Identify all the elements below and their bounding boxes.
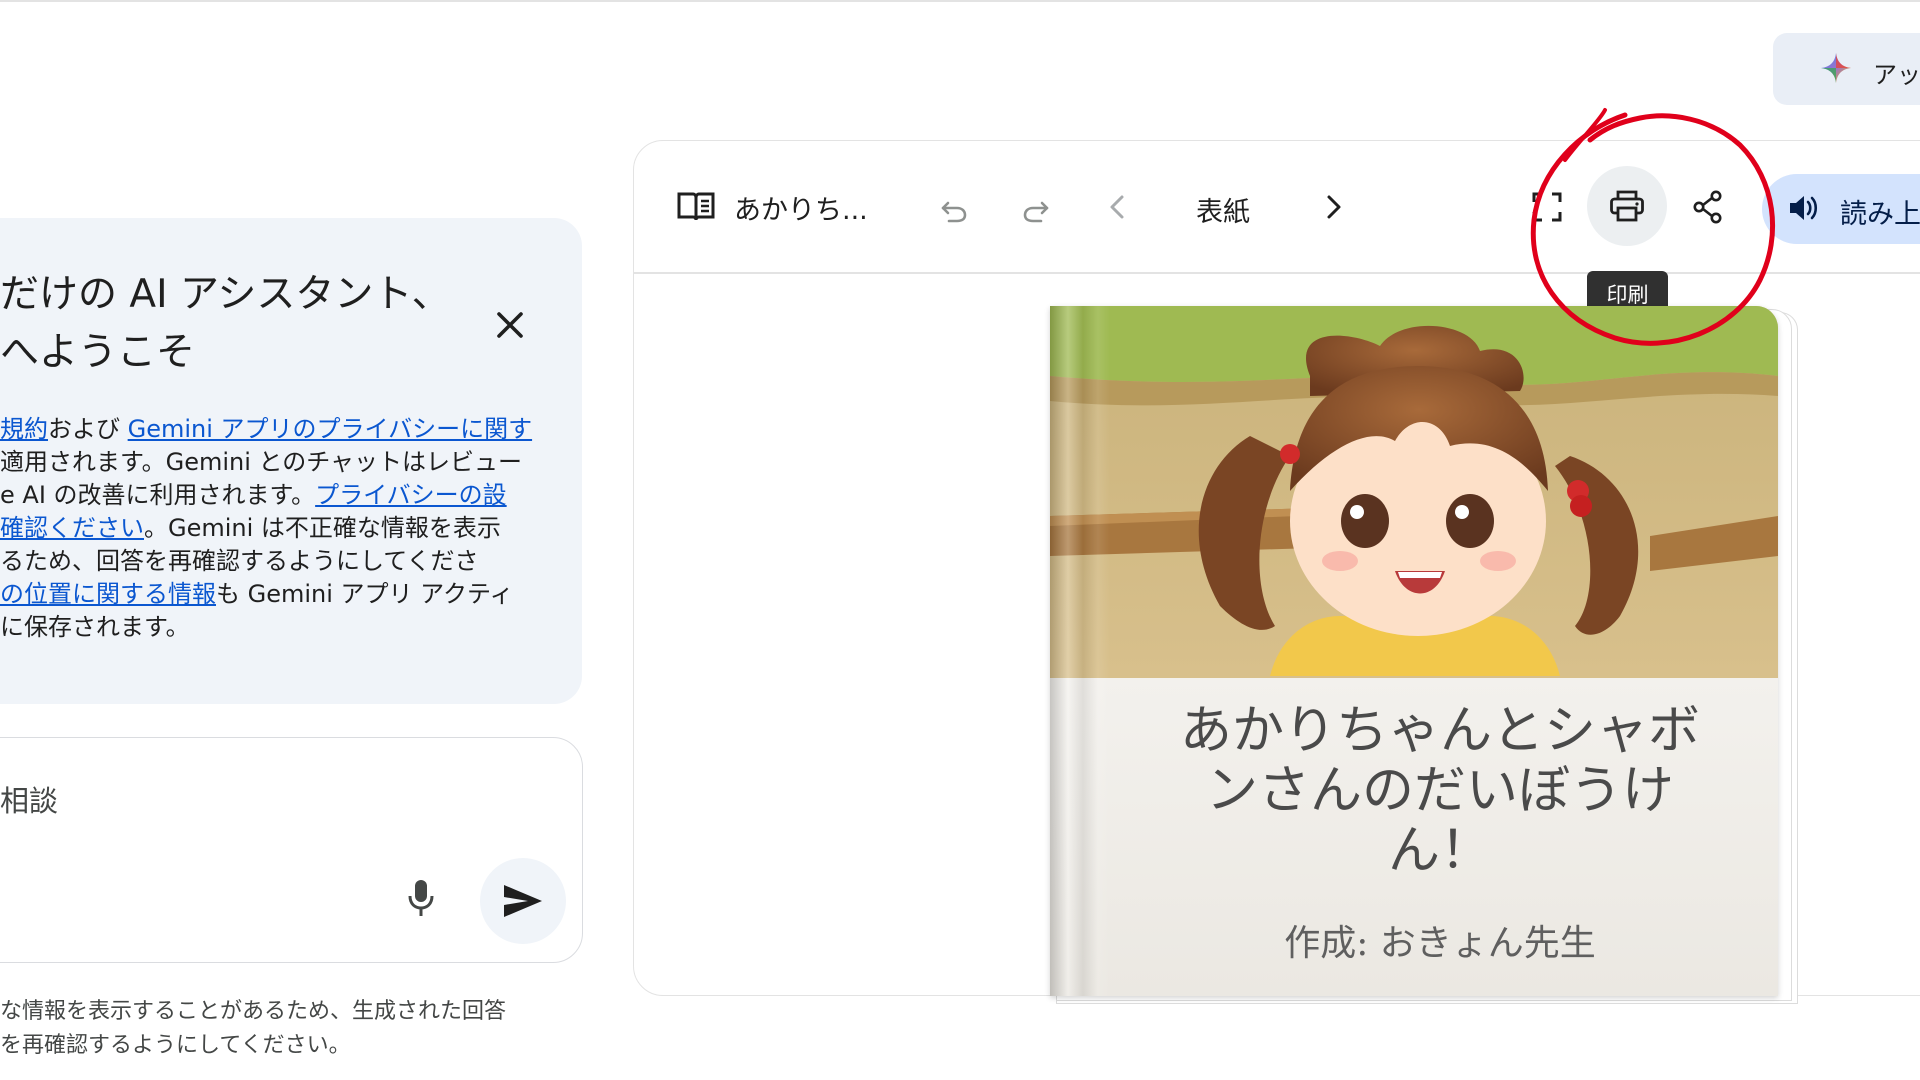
notice-text: も Gemini アプリ アクティ bbox=[216, 580, 514, 608]
undo-button[interactable] bbox=[937, 192, 971, 226]
notice-text: 。Gemini は不正確な情報を表示 bbox=[144, 514, 501, 542]
notice-text: に保存されます。 bbox=[0, 613, 190, 641]
top-border bbox=[0, 0, 1920, 2]
fullscreen-icon bbox=[1532, 192, 1562, 222]
mic-icon[interactable] bbox=[401, 876, 441, 920]
prompt-input-placeholder[interactable]: 相談 bbox=[0, 778, 58, 820]
upgrade-label: アッ bbox=[1873, 61, 1920, 89]
fullscreen-button[interactable] bbox=[1530, 190, 1564, 224]
prev-page-button[interactable] bbox=[1101, 190, 1135, 224]
close-icon[interactable] bbox=[485, 300, 535, 350]
disclaimer: な情報を表示することがあるため、生成された回答 を再確認するようにしてください。 bbox=[0, 995, 506, 1063]
privacy-notice: 規約および Gemini アプリのプライバシーに関す 適用されます。Gemini… bbox=[0, 413, 540, 644]
notice-text: e AI の改善に利用されます。 bbox=[0, 481, 316, 509]
notice-text: および bbox=[48, 415, 128, 443]
document-title: あかりち... bbox=[734, 195, 868, 226]
notice-text: るため、回答を再確認するようにしてくださ bbox=[0, 547, 479, 575]
location-info-link[interactable]: の位置に関する情報 bbox=[0, 580, 216, 608]
book-title-line-3: ん！ bbox=[1387, 821, 1492, 881]
cover-illustration bbox=[1050, 306, 1778, 678]
print-icon bbox=[1610, 190, 1644, 222]
redo-button[interactable] bbox=[1019, 192, 1053, 226]
toolbar-divider bbox=[634, 272, 1920, 274]
book-title: あかりちゃんとシャボ ンさんのだいぼうけ ん！ bbox=[1140, 701, 1740, 881]
book-icon bbox=[677, 192, 715, 221]
book-spine bbox=[1050, 306, 1110, 996]
book-title-line-2: ンさんのだいぼうけ bbox=[1205, 761, 1674, 821]
next-page-button[interactable] bbox=[1316, 190, 1350, 224]
print-button[interactable] bbox=[1587, 166, 1667, 246]
privacy-hub-link[interactable]: Gemini アプリのプライバシーに関す bbox=[128, 415, 532, 443]
storybook-cover[interactable]: あかりちゃんとシャボ ンさんのだいぼうけ ん！ 作成: おきょん先生 bbox=[1050, 306, 1778, 996]
chevron-left-icon bbox=[1110, 195, 1124, 219]
welcome-title-line-1: だけの AI アシスタント、 bbox=[0, 272, 451, 317]
welcome-title-line-2: へようこそ bbox=[0, 330, 196, 375]
notice-text: 適用されます。Gemini とのチャットはレビュー bbox=[0, 448, 523, 476]
privacy-settings-link-cont[interactable]: 確認ください bbox=[0, 514, 144, 542]
terms-link[interactable]: 規約 bbox=[0, 415, 48, 443]
book-author: 作成: おきょん先生 bbox=[1284, 923, 1596, 964]
undo-icon bbox=[941, 201, 967, 223]
privacy-settings-link[interactable]: プライバシーの設 bbox=[315, 481, 507, 509]
page-label: 表紙 bbox=[1196, 197, 1250, 228]
disclaimer-line-1: な情報を表示することがあるため、生成された回答 bbox=[0, 999, 507, 1024]
chevron-right-icon bbox=[1327, 195, 1341, 219]
read-aloud-button[interactable]: 読み上 bbox=[1762, 174, 1920, 244]
upgrade-button[interactable]: アッ bbox=[1773, 33, 1920, 105]
speaker-icon bbox=[1790, 196, 1818, 220]
welcome-title: だけの AI アシスタント、 へようこそ bbox=[0, 266, 451, 382]
share-button[interactable] bbox=[1691, 190, 1725, 224]
disclaimer-line-2: を再確認するようにしてください。 bbox=[0, 1033, 351, 1058]
send-button[interactable] bbox=[480, 858, 566, 944]
redo-icon bbox=[1023, 201, 1049, 223]
read-aloud-label: 読み上 bbox=[1840, 199, 1920, 230]
book-title-line-1: あかりちゃんとシャボ bbox=[1179, 701, 1700, 761]
spark-icon bbox=[1821, 53, 1851, 83]
send-icon bbox=[504, 885, 542, 917]
share-icon bbox=[1693, 190, 1722, 224]
